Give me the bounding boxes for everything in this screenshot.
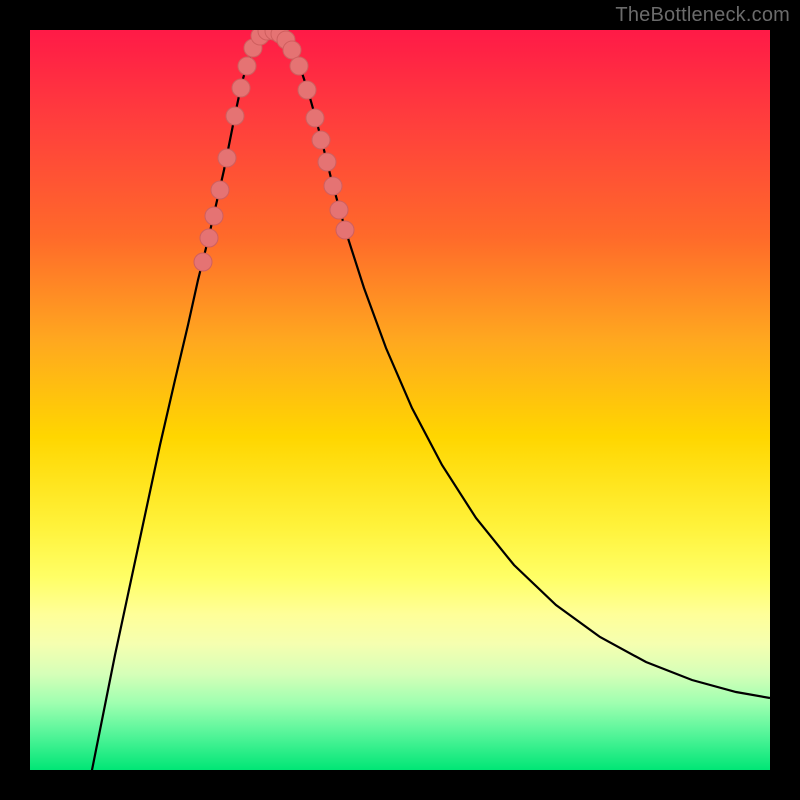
marker-point <box>211 181 229 199</box>
marker-point <box>324 177 342 195</box>
marker-point <box>238 57 256 75</box>
marker-point <box>194 253 212 271</box>
marker-group <box>194 30 354 271</box>
marker-point <box>318 153 336 171</box>
marker-point <box>336 221 354 239</box>
marker-point <box>312 131 330 149</box>
bottleneck-curve <box>88 30 770 770</box>
marker-point <box>290 57 308 75</box>
marker-point <box>205 207 223 225</box>
plot-frame <box>30 30 770 770</box>
marker-point <box>283 41 301 59</box>
chart-svg <box>30 30 770 770</box>
marker-point <box>200 229 218 247</box>
watermark-text: TheBottleneck.com <box>615 4 790 27</box>
marker-point <box>218 149 236 167</box>
marker-point <box>330 201 348 219</box>
marker-point <box>232 79 250 97</box>
marker-point <box>306 109 324 127</box>
marker-point <box>298 81 316 99</box>
marker-point <box>226 107 244 125</box>
